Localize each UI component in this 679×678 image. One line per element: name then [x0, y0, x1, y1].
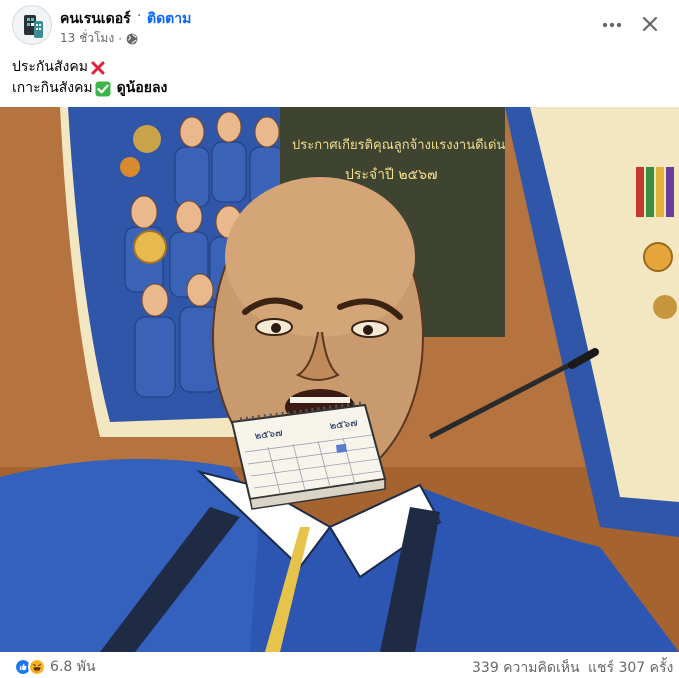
reaction-count: 6.8 พัน [50, 659, 96, 675]
meta-separator: · [118, 31, 123, 46]
cross-mark-icon [91, 61, 105, 74]
post-image[interactable]: ประกาศเกียรติคุณลูกจ้างแรงงานดีเด่น ประจ… [0, 107, 679, 652]
caption-line-1: ประกันสังคม [12, 57, 167, 78]
cartoon-illustration: ประกาศเกียรติคุณลูกจ้างแรงงานดีเด่น ประจ… [0, 107, 679, 652]
feed-post: คนเรนเดอร์ · ติดตาม 13 ชั่วโมง · ประกันส… [0, 0, 679, 678]
page-name-link[interactable]: คนเรนเดอร์ [60, 8, 131, 30]
reaction-summary[interactable]: 6.8 พัน [14, 656, 96, 678]
shares-count-link[interactable]: แชร์ 307 ครั้ง [588, 657, 673, 678]
name-separator: · [137, 8, 142, 24]
post-header: คนเรนเดอร์ · ติดตาม 13 ชั่วโมง · [0, 0, 679, 52]
post-footer: 6.8 พัน 339 ความคิดเห็น แชร์ 307 ครั้ง [0, 652, 679, 678]
haha-reaction-icon [28, 658, 46, 676]
follow-button[interactable]: ติดตาม [147, 8, 191, 30]
comments-count-link[interactable]: 339 ความคิดเห็น [472, 657, 580, 678]
post-caption: ประกันสังคม เกาะกินสังคม ดูน้อยลง [12, 57, 167, 99]
close-button[interactable] [634, 8, 666, 40]
see-less-link[interactable]: ดูน้อยลง [117, 78, 168, 99]
caption-text-1: ประกันสังคม [12, 59, 88, 75]
check-mark-icon [95, 81, 111, 96]
banner-year: ประจำปี ๒๕๖๗ [345, 167, 438, 183]
caption-text-2: เกาะกินสังคม [12, 80, 93, 96]
caption-line-2: เกาะกินสังคม ดูน้อยลง [12, 78, 167, 99]
more-options-icon [602, 22, 622, 28]
close-icon [642, 16, 658, 32]
banner-title: ประกาศเกียรติคุณลูกจ้างแรงงานดีเด่น [292, 137, 505, 153]
globe-icon[interactable] [126, 33, 138, 45]
more-options-button[interactable] [594, 10, 630, 40]
page-avatar[interactable] [12, 5, 52, 45]
post-timestamp[interactable]: 13 ชั่วโมง [60, 29, 114, 48]
post-meta: 13 ชั่วโมง · [60, 29, 138, 48]
avatar-logo [13, 6, 51, 44]
